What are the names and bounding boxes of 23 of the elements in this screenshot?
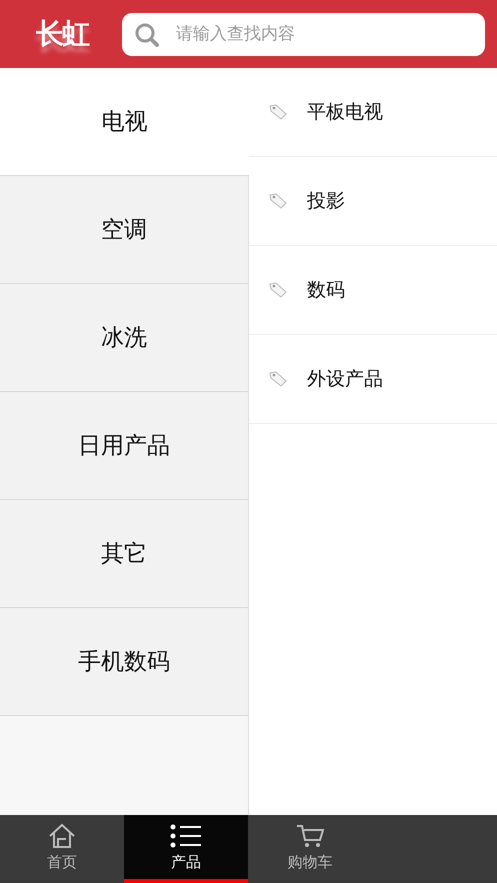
home-icon — [47, 822, 77, 848]
subcategory-item[interactable]: 平板电视 — [307, 99, 383, 125]
category-item[interactable]: 冰洗 — [0, 284, 248, 392]
tag-icon — [269, 371, 287, 387]
category-item[interactable]: 空调 — [0, 176, 248, 284]
subcategory-item[interactable]: 投影 — [307, 188, 345, 214]
tag-icon — [269, 193, 287, 209]
search-icon — [134, 22, 160, 48]
list-icon — [170, 822, 202, 848]
category-item[interactable]: 其它 — [0, 500, 248, 608]
category-item[interactable]: 手机数码 — [0, 608, 248, 716]
tab[interactable]: 购物车 — [248, 815, 372, 883]
subcategory-item[interactable]: 数码 — [307, 277, 345, 303]
logo: 长虹 — [36, 16, 88, 52]
subcategory-item[interactable]: 外设产品 — [307, 366, 383, 392]
search-field[interactable]: 请输入查找内容 — [122, 12, 485, 56]
category-item[interactable]: 日用产品 — [0, 392, 248, 500]
tab[interactable]: 首页 — [0, 815, 124, 883]
tag-icon — [269, 282, 287, 298]
tag-icon — [269, 104, 287, 120]
tab[interactable]: 产品 — [124, 815, 248, 883]
cart-icon — [295, 822, 325, 848]
category-item[interactable]: 电视 — [0, 68, 249, 176]
